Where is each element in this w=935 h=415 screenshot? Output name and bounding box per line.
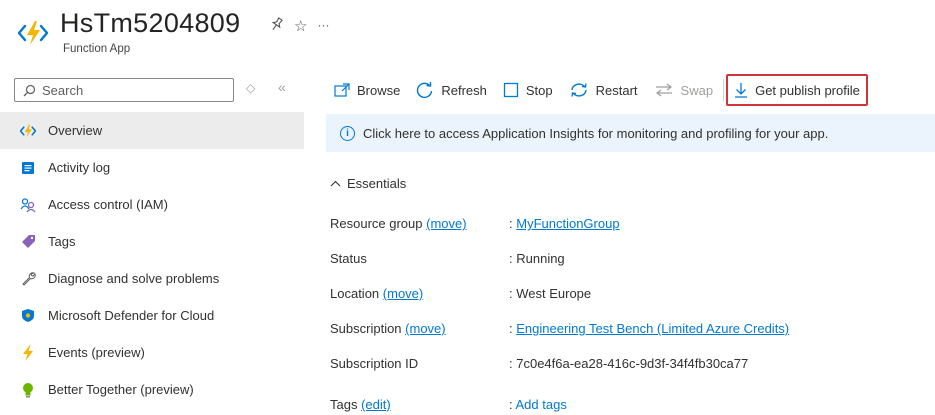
sidebar-item-label: Activity log xyxy=(48,160,111,175)
sidebar-item-defender[interactable]: Microsoft Defender for Cloud xyxy=(0,297,304,334)
resource-group-link[interactable]: MyFunctionGroup xyxy=(516,216,619,231)
chevron-up-icon xyxy=(330,180,341,187)
search-box[interactable] xyxy=(14,78,234,102)
more-options-icon[interactable]: ··· xyxy=(317,18,329,36)
sidebar-item-overview[interactable]: Overview xyxy=(0,112,304,149)
title-actions: ☆ ··· xyxy=(270,17,329,36)
sidebar-item-activity-log[interactable]: Activity log xyxy=(0,149,304,186)
favorite-star-icon[interactable]: ☆ xyxy=(294,17,307,36)
browse-button[interactable]: Browse xyxy=(326,75,408,105)
subscription-id-value: 7c0e4f6a-ea28-416c-9d3f-34f4fb30ca77 xyxy=(516,356,749,371)
essentials-toggle[interactable]: Essentials xyxy=(330,176,406,191)
get-publish-profile-button[interactable]: Get publish profile xyxy=(726,74,868,106)
move-resource-group-link[interactable]: (move) xyxy=(426,216,466,231)
restart-button[interactable]: Restart xyxy=(561,75,646,105)
lightbulb-icon xyxy=(20,382,36,398)
function-app-icon xyxy=(18,21,48,45)
activity-log-icon xyxy=(20,160,36,176)
sidebar-search-row: ◇ « xyxy=(14,78,302,104)
swap-button[interactable]: Swap xyxy=(646,75,722,105)
stop-button[interactable]: Stop xyxy=(495,75,561,105)
sidebar-item-label: Overview xyxy=(48,123,103,138)
function-app-icon xyxy=(20,123,36,139)
sidebar-item-better-together[interactable]: Better Together (preview) xyxy=(0,371,304,408)
essentials-row-resource-group: Resource group (move) : MyFunctionGroup xyxy=(330,216,620,231)
location-value: West Europe xyxy=(516,286,592,301)
banner-text: Click here to access Application Insight… xyxy=(363,125,829,141)
app-insights-banner[interactable]: i Click here to access Application Insig… xyxy=(326,114,935,152)
command-bar: Browse Refresh Stop Restart Swap Get pub… xyxy=(326,74,868,106)
move-location-link[interactable]: (move) xyxy=(383,286,423,301)
tag-icon xyxy=(20,234,36,250)
add-tags-link[interactable]: Add tags xyxy=(516,397,567,412)
shield-icon xyxy=(20,308,36,324)
essentials-row-subscription-id: Subscription ID : 7c0e4f6a-ea28-416c-9d3… xyxy=(330,356,749,371)
search-input[interactable] xyxy=(42,82,212,98)
refresh-button[interactable]: Refresh xyxy=(408,75,495,105)
swap-icon xyxy=(654,83,674,97)
sort-icon[interactable]: ◇ xyxy=(246,81,255,95)
sidebar-item-label: Events (preview) xyxy=(48,345,145,360)
search-icon xyxy=(23,84,36,96)
sidebar-item-access-control[interactable]: Access control (IAM) xyxy=(0,186,304,223)
sidebar-item-events[interactable]: Events (preview) xyxy=(0,334,304,371)
wrench-icon xyxy=(20,271,36,287)
sidebar-item-label: Tags xyxy=(48,234,76,249)
resource-type: Function App xyxy=(63,43,131,55)
essentials-row-subscription: Subscription (move) : Engineering Test B… xyxy=(330,321,790,336)
essentials-row-tags: Tags (edit) : Add tags xyxy=(330,397,567,412)
status-value: Running xyxy=(516,251,565,266)
essentials-panel: Resource group (move) : MyFunctionGroup … xyxy=(330,212,930,415)
edit-tags-link[interactable]: (edit) xyxy=(361,397,391,412)
lightning-icon xyxy=(20,344,36,361)
restart-icon xyxy=(569,82,589,98)
essentials-row-location: Location (move) : West Europe xyxy=(330,286,592,301)
sidebar-item-label: Diagnose and solve problems xyxy=(48,271,220,286)
subscription-link[interactable]: Engineering Test Bench (Limited Azure Cr… xyxy=(516,321,789,336)
iam-icon xyxy=(20,197,36,213)
external-link-icon xyxy=(334,83,350,97)
move-subscription-link[interactable]: (move) xyxy=(405,321,445,336)
pin-icon[interactable] xyxy=(270,17,284,36)
download-icon xyxy=(734,82,748,98)
stop-icon xyxy=(503,82,519,98)
sidebar-item-label: Microsoft Defender for Cloud xyxy=(48,308,215,323)
sidebar-item-label: Access control (IAM) xyxy=(48,197,168,212)
sidebar-item-label: Better Together (preview) xyxy=(48,382,194,397)
page-title: HsTm5204809 xyxy=(60,8,241,38)
info-icon: i xyxy=(340,125,355,141)
sidebar-nav: Overview Activity log Access control (IA… xyxy=(0,112,304,408)
sidebar-item-diagnose[interactable]: Diagnose and solve problems xyxy=(0,260,304,297)
toolbar-divider xyxy=(723,79,725,101)
essentials-row-status: Status : Running xyxy=(330,251,565,266)
resource-header: HsTm5204809 ☆ ··· Function App xyxy=(14,6,414,62)
collapse-sidebar-icon[interactable]: « xyxy=(278,79,286,95)
refresh-icon xyxy=(416,81,434,99)
sidebar-item-tags[interactable]: Tags xyxy=(0,223,304,260)
